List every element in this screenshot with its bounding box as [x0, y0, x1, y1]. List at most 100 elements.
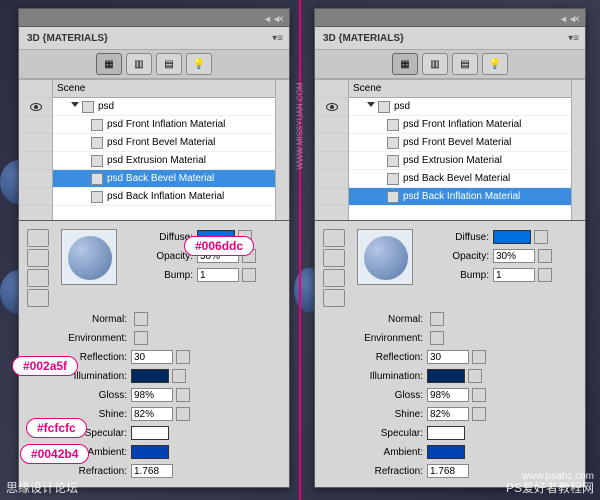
- tree-node-material[interactable]: psd Back Bevel Material: [349, 170, 571, 188]
- tree-node-material-selected[interactable]: psd Back Inflation Material: [349, 188, 571, 206]
- material-preview[interactable]: [357, 229, 413, 285]
- texture-picker-icon[interactable]: [538, 268, 552, 282]
- visibility-toggle[interactable]: [19, 188, 52, 206]
- refraction-input[interactable]: 1.768: [427, 464, 469, 478]
- filter-material-button[interactable]: ▤: [156, 53, 182, 75]
- texture-picker-icon[interactable]: [534, 230, 548, 244]
- texture-picker-icon[interactable]: [472, 407, 486, 421]
- texture-picker-icon[interactable]: [176, 407, 190, 421]
- window-controls: ◄◄ ✕: [19, 9, 289, 27]
- filter-mesh-button[interactable]: ▥: [126, 53, 152, 75]
- close-icon[interactable]: ✕: [573, 14, 581, 22]
- material-label: psd Back Bevel Material: [403, 173, 510, 184]
- texture-picker-icon[interactable]: [134, 312, 148, 326]
- illumination-swatch[interactable]: [131, 369, 169, 383]
- tree-node-root[interactable]: psd: [53, 98, 275, 116]
- filter-material-button[interactable]: ▤: [452, 53, 478, 75]
- shine-input[interactable]: 82%: [131, 407, 173, 421]
- close-icon[interactable]: ✕: [277, 14, 285, 22]
- filter-light-button[interactable]: 💡: [186, 53, 212, 75]
- visibility-toggle[interactable]: [315, 116, 348, 134]
- filter-mesh-button[interactable]: ▥: [422, 53, 448, 75]
- visibility-toggle[interactable]: [315, 98, 348, 116]
- tree-node-material[interactable]: psd Front Inflation Material: [349, 116, 571, 134]
- texture-picker-icon[interactable]: [172, 369, 186, 383]
- material-icon: [387, 137, 399, 149]
- specular-swatch[interactable]: [131, 426, 169, 440]
- gloss-input[interactable]: 98%: [427, 388, 469, 402]
- tree-node-material[interactable]: psd Extrusion Material: [349, 152, 571, 170]
- collapse-icon[interactable]: ◄◄: [559, 14, 567, 22]
- visibility-toggle[interactable]: [315, 134, 348, 152]
- color-callout-ambient: #0042b4: [20, 444, 89, 464]
- prop-tool-button[interactable]: [323, 229, 345, 247]
- tab-3d-materials[interactable]: 3D {MATERIALS}: [19, 30, 116, 47]
- shine-input[interactable]: 82%: [427, 407, 469, 421]
- bump-input[interactable]: 1: [197, 268, 239, 282]
- vertical-divider: [299, 0, 301, 500]
- panel-menu-icon[interactable]: ▾≡: [568, 33, 585, 44]
- visibility-toggle[interactable]: [19, 152, 52, 170]
- color-callout-specular: #fcfcfc: [26, 418, 87, 438]
- material-preview[interactable]: [61, 229, 117, 285]
- visibility-toggle[interactable]: [19, 134, 52, 152]
- tree-node-material-selected[interactable]: psd Back Bevel Material: [53, 170, 275, 188]
- ambient-swatch[interactable]: [427, 445, 465, 459]
- prop-tool-button[interactable]: [323, 289, 345, 307]
- opacity-label: Opacity:: [423, 251, 493, 262]
- scene-tree: Scene psd psd Front Inflation Material p…: [19, 79, 289, 221]
- visibility-toggle[interactable]: [315, 170, 348, 188]
- prop-tool-button[interactable]: [27, 229, 49, 247]
- texture-picker-icon[interactable]: [468, 369, 482, 383]
- texture-picker-icon[interactable]: [176, 350, 190, 364]
- gloss-input[interactable]: 98%: [131, 388, 173, 402]
- tree-node-material[interactable]: psd Extrusion Material: [53, 152, 275, 170]
- texture-picker-icon[interactable]: [472, 350, 486, 364]
- filter-scene-button[interactable]: ▦: [392, 53, 418, 75]
- filter-toolbar: ▦ ▥ ▤ 💡: [19, 49, 289, 79]
- texture-picker-icon[interactable]: [430, 331, 444, 345]
- filter-scene-button[interactable]: ▦: [96, 53, 122, 75]
- illumination-swatch[interactable]: [427, 369, 465, 383]
- visibility-toggle[interactable]: [315, 188, 348, 206]
- bump-input[interactable]: 1: [493, 268, 535, 282]
- panel-menu-icon[interactable]: ▾≡: [272, 33, 289, 44]
- tree-node-material[interactable]: psd Back Inflation Material: [53, 188, 275, 206]
- visibility-toggle[interactable]: [19, 116, 52, 134]
- prop-tool-button[interactable]: [323, 269, 345, 287]
- tree-scrollbar[interactable]: [275, 80, 289, 220]
- opacity-input[interactable]: 30%: [493, 249, 535, 263]
- specular-swatch[interactable]: [427, 426, 465, 440]
- texture-picker-icon[interactable]: [176, 388, 190, 402]
- reflection-input[interactable]: 30: [131, 350, 173, 364]
- diffuse-swatch[interactable]: [493, 230, 531, 244]
- tree-node-material[interactable]: psd Front Inflation Material: [53, 116, 275, 134]
- tree-node-material[interactable]: psd Front Bevel Material: [349, 134, 571, 152]
- prop-tool-button[interactable]: [323, 249, 345, 267]
- material-label: psd Extrusion Material: [107, 155, 206, 166]
- bump-label: Bump:: [127, 270, 197, 281]
- tab-3d-materials[interactable]: 3D {MATERIALS}: [315, 30, 412, 47]
- collapse-icon[interactable]: ◄◄: [263, 14, 271, 22]
- texture-picker-icon[interactable]: [538, 249, 552, 263]
- tree-node-material[interactable]: psd Front Bevel Material: [53, 134, 275, 152]
- texture-picker-icon[interactable]: [134, 331, 148, 345]
- refraction-input[interactable]: 1.768: [131, 464, 173, 478]
- texture-picker-icon[interactable]: [430, 312, 444, 326]
- material-icon: [91, 137, 103, 149]
- visibility-toggle[interactable]: [19, 170, 52, 188]
- expand-icon: [367, 102, 375, 111]
- tree-scrollbar[interactable]: [571, 80, 585, 220]
- material-properties-top: Diffuse: Opacity:30% Bump:1: [19, 221, 289, 309]
- ambient-swatch[interactable]: [131, 445, 169, 459]
- reflection-input[interactable]: 30: [427, 350, 469, 364]
- prop-tool-button[interactable]: [27, 269, 49, 287]
- prop-tool-button[interactable]: [27, 289, 49, 307]
- texture-picker-icon[interactable]: [472, 388, 486, 402]
- visibility-toggle[interactable]: [19, 98, 52, 116]
- texture-picker-icon[interactable]: [242, 268, 256, 282]
- tree-node-root[interactable]: psd: [349, 98, 571, 116]
- visibility-toggle[interactable]: [315, 152, 348, 170]
- filter-light-button[interactable]: 💡: [482, 53, 508, 75]
- prop-tool-button[interactable]: [27, 249, 49, 267]
